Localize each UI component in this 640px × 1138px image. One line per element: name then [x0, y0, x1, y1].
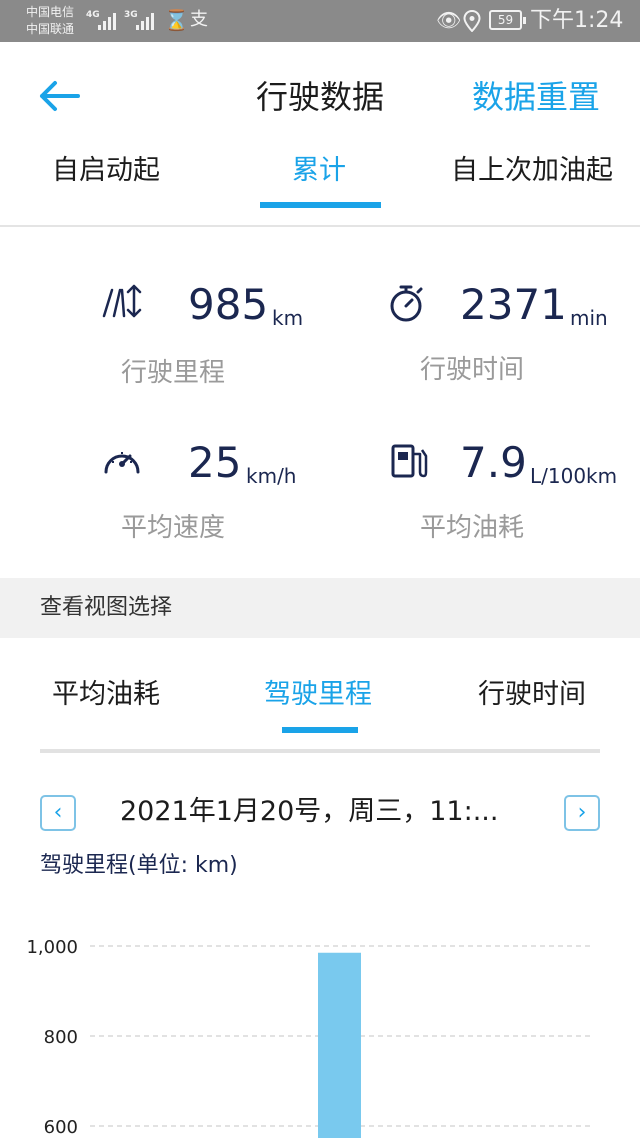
tab-driving-distance[interactable]: 驾驶里程 [264, 672, 372, 718]
signal-2-icon [136, 12, 156, 30]
carrier-1: 中国电信 [26, 5, 75, 19]
signal-1-icon [98, 12, 118, 30]
active-view-indicator [282, 727, 358, 733]
stat-value: 2371 [460, 280, 567, 329]
tab-avg-fuel[interactable]: 平均油耗 [52, 672, 160, 718]
view-section-label: 查看视图选择 [40, 595, 173, 620]
tab-since-refuel[interactable]: 自上次加油起 [451, 148, 613, 194]
reset-data-button[interactable]: 数据重置 [472, 74, 600, 120]
stat-label: 平均速度 [121, 513, 226, 543]
status-time: 下午1:24 [530, 8, 624, 33]
tab-cumulative[interactable]: 累计 [292, 148, 346, 194]
stat-unit: min [570, 306, 608, 330]
carrier-names: 中国电信 中国联通 [26, 4, 74, 38]
stat-unit: km [272, 306, 304, 330]
stat-unit: L/100km [530, 464, 618, 488]
divider [40, 749, 600, 753]
divider [0, 225, 640, 227]
fuel-pump-icon [391, 444, 428, 478]
hourglass-icon: ⌛ [164, 8, 189, 32]
next-date-button[interactable]: › [564, 795, 600, 831]
chevron-right-icon: › [577, 800, 587, 825]
chevron-left-icon: ‹ [53, 800, 63, 825]
stat-label: 平均油耗 [420, 513, 525, 543]
speedometer-icon [104, 452, 140, 474]
battery-indicator: 59 [489, 10, 526, 30]
distance-bar-chart: 600 800 1,000 [26, 937, 590, 1138]
location-icon [463, 10, 481, 32]
carrier-2: 中国联通 [26, 22, 75, 36]
y-tick-label: 800 [44, 1027, 78, 1048]
stopwatch-icon [390, 285, 423, 322]
active-tab-indicator [260, 202, 381, 208]
period-tabs: 自启动起 累计 自上次加油起 [0, 148, 640, 194]
alipay-icon: 支 [190, 9, 208, 30]
stat-label: 行驶里程 [121, 358, 226, 388]
tab-since-start[interactable]: 自启动起 [52, 148, 160, 194]
stat-value: 985 [188, 280, 269, 329]
distance-bar[interactable] [318, 952, 361, 1138]
road-distance-icon [102, 284, 142, 318]
stat-label: 行驶时间 [420, 355, 525, 385]
status-bar: 中国电信 中国联通 4G 3G ⌛ 支 👁 59 下午1:24 [0, 0, 640, 42]
stat-value: 7.9 [460, 438, 527, 487]
eye-icon: 👁 [436, 8, 462, 32]
stat-unit: km/h [246, 464, 297, 488]
date-label: 2021年1月20号，周三，11:... [120, 796, 499, 827]
chart-title: 驾驶里程(单位: km) [40, 853, 238, 878]
y-tick-label: 1,000 [26, 937, 78, 958]
stat-value: 25 [188, 438, 242, 487]
prev-date-button[interactable]: ‹ [40, 795, 76, 831]
tab-driving-time[interactable]: 行驶时间 [478, 672, 586, 718]
y-tick-label: 600 [44, 1117, 78, 1138]
